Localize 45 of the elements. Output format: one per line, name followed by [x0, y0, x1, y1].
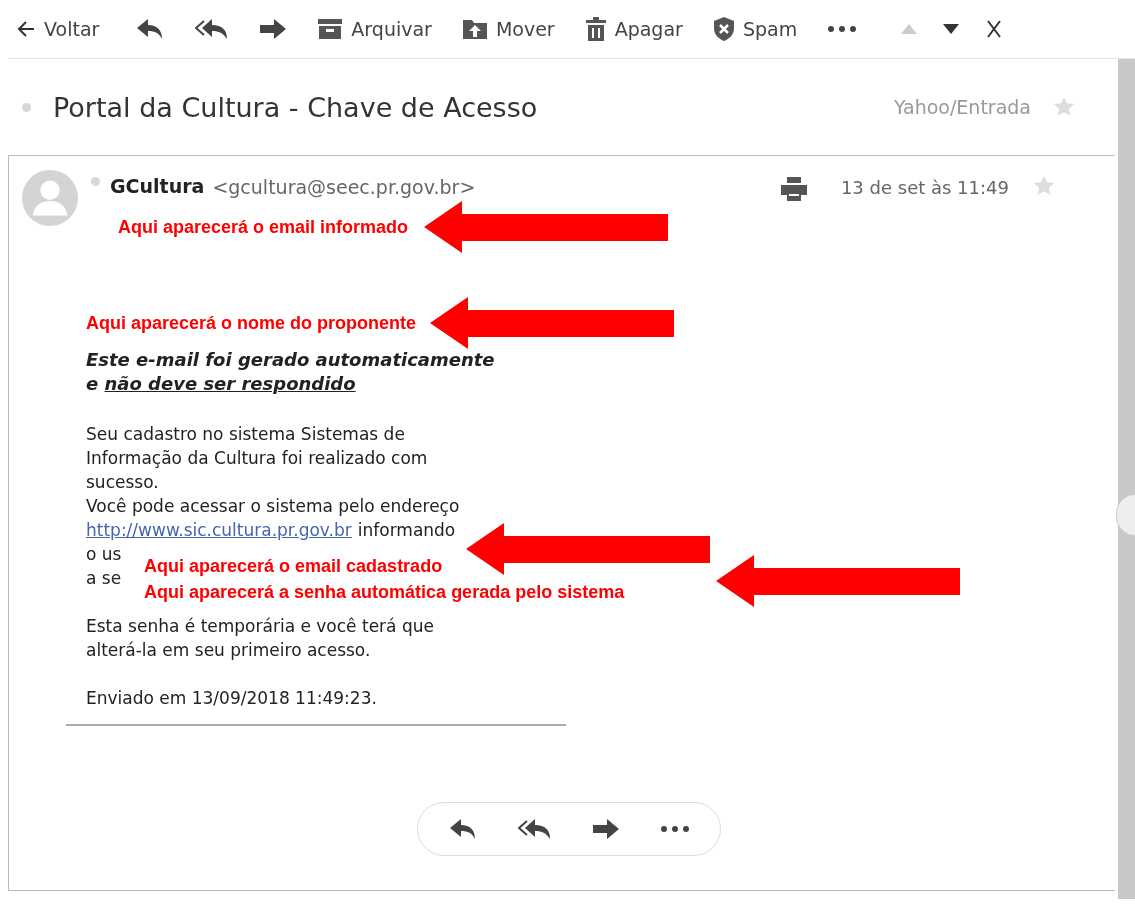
right-arrow-button[interactable] [259, 18, 288, 40]
more-dots-button[interactable] [660, 825, 690, 833]
print-icon[interactable] [780, 177, 807, 201]
down-triangle-button[interactable] [943, 24, 960, 34]
folder-label: Yahoo/Entrada [894, 96, 1031, 118]
sender-email: <gcultura@seec.pr.gov.br> [212, 176, 477, 198]
notice-text: Este e-mail foi gerado automaticamente [86, 348, 496, 372]
folder-up-arrow-icon [461, 18, 488, 40]
body-paragraph: Você pode acessar o sistema pelo endereço [86, 495, 461, 518]
arrow-left-icon [16, 19, 36, 39]
unread-dot [22, 102, 31, 112]
annotation-text: Aqui aparecerá o email informado [118, 216, 409, 238]
back-button[interactable]: Voltar [16, 18, 100, 40]
body-paragraph: Seu cadastro no sistema Sistemas de Informação da Cultura foi realizado com sucesso. [86, 423, 429, 494]
move-button[interactable]: Mover [461, 18, 555, 40]
notice-text: e não deve ser respondido [86, 372, 357, 396]
more-dots-button[interactable] [827, 25, 858, 33]
body-text: o us [86, 543, 122, 566]
annotation-text: Aqui aparecerá a senha automática gerada pelo sistema [144, 581, 626, 604]
body-paragraph: Esta senha é temporária e você terá que alterá-la em seu primeiro acesso. [86, 615, 435, 662]
reply-arrow-button[interactable] [448, 817, 478, 841]
double-reply-arrow-button[interactable] [195, 17, 230, 41]
message-date: 13 de set às 11:49 [840, 177, 1009, 198]
right-arrow-button[interactable] [592, 818, 620, 840]
subject-title: Portal da Cultura - Chave de Acesso [53, 91, 539, 123]
address-link[interactable]: http://www.sic.cultura.pr.gov.br [86, 520, 352, 540]
body-text: informando [357, 520, 456, 540]
delete-button[interactable]: Apagar [584, 17, 683, 41]
star-icon[interactable] [1053, 96, 1075, 118]
spam-button[interactable]: Spam [712, 17, 798, 41]
shield-x-icon [712, 17, 735, 41]
sender-name: GCultura [110, 175, 205, 197]
archive-box-icon [317, 18, 344, 40]
star-icon[interactable] [1033, 175, 1055, 197]
annotation-text: Aqui aparecerá o email cadastrado [144, 555, 444, 578]
annotation-text: Aqui aparecerá o nome do proponente [86, 312, 417, 334]
double-reply-arrow-button[interactable] [518, 817, 552, 841]
avatar-icon [21, 169, 79, 227]
close-button[interactable] [987, 20, 1002, 38]
trash-icon [584, 17, 607, 41]
body-text: a se [86, 567, 122, 590]
sent-date: Enviado em 13/09/2018 11:49:23. [86, 687, 378, 710]
archive-button[interactable]: Arquivar [317, 18, 432, 40]
scrollbar[interactable] [1118, 59, 1135, 899]
status-dot [91, 177, 100, 186]
